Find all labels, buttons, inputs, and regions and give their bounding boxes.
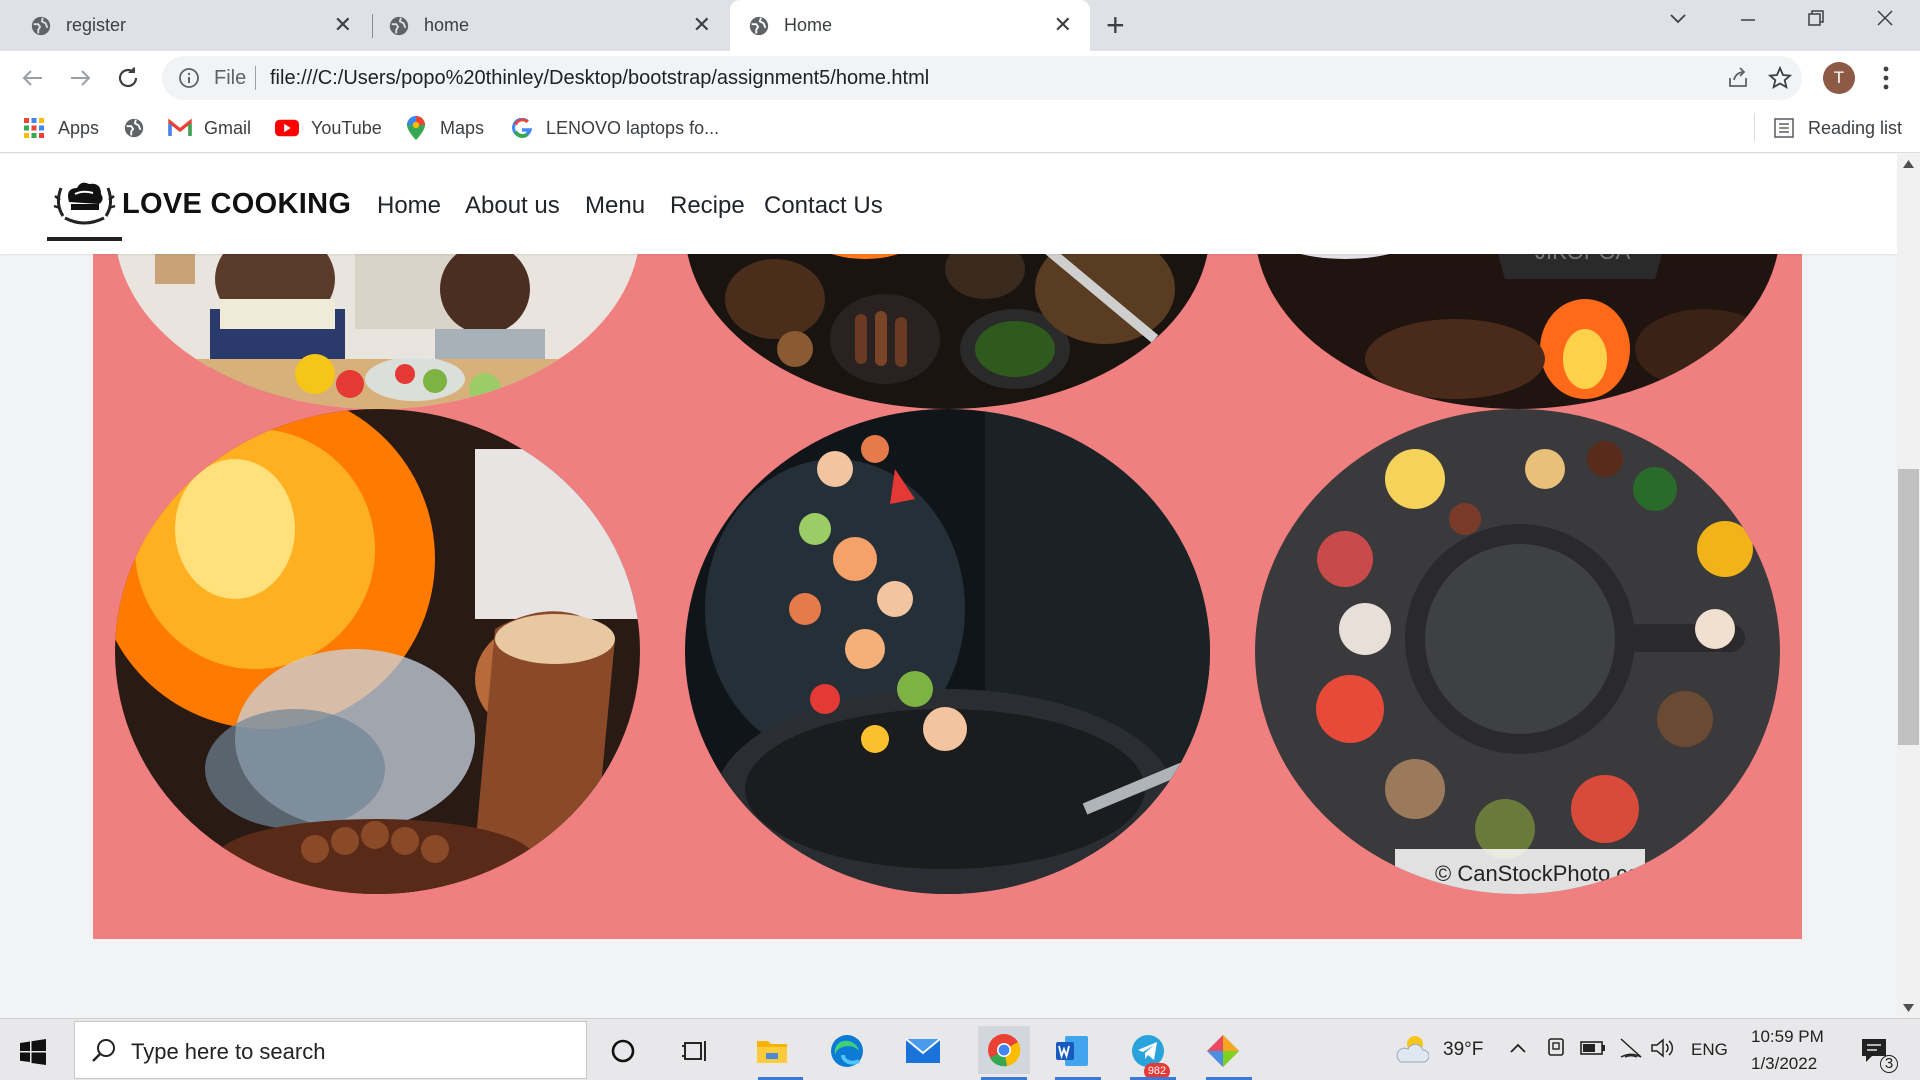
back-arrow-icon[interactable] (18, 63, 48, 93)
url-text[interactable]: file:///C:/Users/popo%20thinley/Desktop/… (270, 67, 929, 90)
edge-icon[interactable] (827, 1031, 867, 1071)
meet-now-icon[interactable] (1546, 1037, 1566, 1064)
tab-search-chevron-icon[interactable] (1668, 6, 1688, 36)
nav-home[interactable]: Home (377, 192, 441, 220)
bookmark-label: YouTube (311, 117, 382, 138)
photo-wok-toss-seafood (685, 409, 1210, 894)
git-app-icon[interactable] (1203, 1031, 1243, 1071)
info-icon[interactable] (178, 67, 200, 89)
google-icon (510, 116, 534, 140)
site-brand[interactable]: LOVE COOKING (122, 188, 351, 221)
tab-register[interactable]: register ✕ (0, 0, 370, 51)
nav-about-us[interactable]: About us (465, 192, 560, 220)
word-icon[interactable] (1052, 1031, 1092, 1071)
youtube-icon (275, 116, 299, 140)
clock-time[interactable]: 10:59 PM (1751, 1027, 1824, 1047)
bookmarks-bar: Apps Gmail YouTube Maps LENOVO laptops f… (0, 105, 1920, 153)
search-icon (92, 1039, 115, 1062)
screen: register ✕ home ✕ Home ✕ + File file:///… (0, 0, 1920, 1080)
reading-list-label: Reading list (1808, 117, 1903, 138)
task-view-icon[interactable] (676, 1031, 716, 1071)
tab-home-active[interactable]: Home ✕ (730, 0, 1090, 51)
clock-date[interactable]: 1/3/2022 (1751, 1054, 1817, 1074)
address-bar[interactable]: File file:///C:/Users/popo%20thinley/Des… (162, 56, 1802, 100)
page-viewport: LOVE COOKING Home About us Menu Recipe C… (0, 154, 1920, 1018)
profile-avatar[interactable]: T (1823, 62, 1855, 94)
window-close-icon[interactable] (1875, 6, 1895, 36)
globe-icon (389, 16, 409, 35)
taskbar-search-box[interactable]: Type here to search (74, 1021, 587, 1079)
reload-icon[interactable] (113, 63, 143, 93)
star-bookmark-icon[interactable] (1767, 65, 1793, 95)
input-language[interactable]: ENG (1691, 1040, 1728, 1060)
restore-icon[interactable] (1806, 6, 1826, 36)
nav-menu[interactable]: Menu (585, 192, 645, 220)
weather-temperature[interactable]: 39°F (1443, 1039, 1483, 1061)
globe-icon (31, 16, 51, 35)
bookmark-apps[interactable]: Apps (22, 116, 99, 140)
windows-taskbar: Type here to search 982 39°F ENG 10:59 P… (0, 1018, 1920, 1080)
maps-icon (404, 116, 428, 140)
bookmark-label: Maps (440, 117, 485, 138)
search-placeholder: Type here to search (131, 1039, 326, 1064)
tab-title: register (66, 15, 127, 35)
gmail-icon (168, 116, 192, 140)
globe-icon (122, 116, 146, 140)
divider (1754, 113, 1755, 141)
close-icon[interactable]: ✕ (1054, 13, 1072, 37)
scroll-down-icon[interactable] (1903, 1004, 1914, 1012)
bookmark-maps[interactable]: Maps (404, 116, 484, 140)
new-tab-plus-icon[interactable]: + (1106, 8, 1125, 42)
chef-hat-logo-icon[interactable] (47, 166, 122, 241)
tab-title: home (424, 15, 470, 35)
reading-list-icon (1772, 116, 1796, 140)
kebab-menu-icon[interactable] (1882, 65, 1890, 96)
cortana-icon[interactable] (603, 1031, 643, 1071)
nav-contact-us[interactable]: Contact Us (764, 192, 883, 220)
notification-count: 3 (1880, 1055, 1898, 1073)
chrome-icon[interactable] (978, 1026, 1030, 1074)
page-scrollbar[interactable] (1897, 154, 1920, 1018)
weather-cloud-icon[interactable] (1395, 1034, 1430, 1069)
tray-chevron-up-icon[interactable] (1509, 1041, 1527, 1059)
bookmark-youtube[interactable]: YouTube (275, 116, 382, 140)
watermark-text: © CanStockPhoto.com (1435, 861, 1658, 886)
tab-strip: register ✕ home ✕ Home ✕ + (0, 0, 1920, 51)
bookmark-globe[interactable] (122, 116, 158, 140)
windows-start-icon[interactable] (20, 1039, 46, 1070)
wifi-icon[interactable] (1619, 1037, 1643, 1064)
tab-separator (372, 14, 373, 38)
bookmark-gmail[interactable]: Gmail (168, 116, 251, 140)
volume-icon[interactable] (1650, 1037, 1676, 1064)
photo-cast-iron-pan-ingredients: © CanStockPhoto.com (1255, 409, 1780, 894)
site-navbar: LOVE COOKING Home About us Menu Recipe C… (0, 154, 1897, 254)
bookmark-label: Gmail (204, 117, 252, 138)
battery-icon[interactable] (1580, 1040, 1606, 1061)
divider (255, 66, 256, 90)
apps-grid-icon (22, 116, 46, 140)
share-icon[interactable] (1726, 66, 1750, 95)
photo-gallery: JIKOPOA (93, 219, 1802, 939)
bookmark-label: LENOVO laptops fo... (546, 117, 720, 138)
close-icon[interactable]: ✕ (334, 13, 352, 37)
bookmark-lenovo[interactable]: LENOVO laptops fo... (510, 116, 719, 140)
tab-home[interactable]: home ✕ (374, 0, 729, 51)
forward-arrow-icon[interactable] (65, 63, 95, 93)
photo-flambe-fire (115, 409, 640, 894)
tab-title: Home (784, 15, 833, 35)
minimize-icon[interactable] (1738, 6, 1758, 36)
nav-recipe[interactable]: Recipe (670, 192, 745, 220)
scheme-label: File (214, 67, 247, 89)
mail-icon[interactable] (903, 1031, 943, 1071)
browser-toolbar: File file:///C:/Users/popo%20thinley/Des… (0, 51, 1920, 105)
scroll-up-icon[interactable] (1903, 160, 1914, 168)
reading-list-button[interactable]: Reading list (1772, 116, 1902, 140)
bookmark-label: Apps (58, 117, 100, 138)
file-explorer-icon[interactable] (752, 1031, 792, 1071)
close-icon[interactable]: ✕ (693, 13, 711, 37)
scrollbar-thumb[interactable] (1898, 469, 1919, 745)
globe-icon (749, 16, 769, 35)
